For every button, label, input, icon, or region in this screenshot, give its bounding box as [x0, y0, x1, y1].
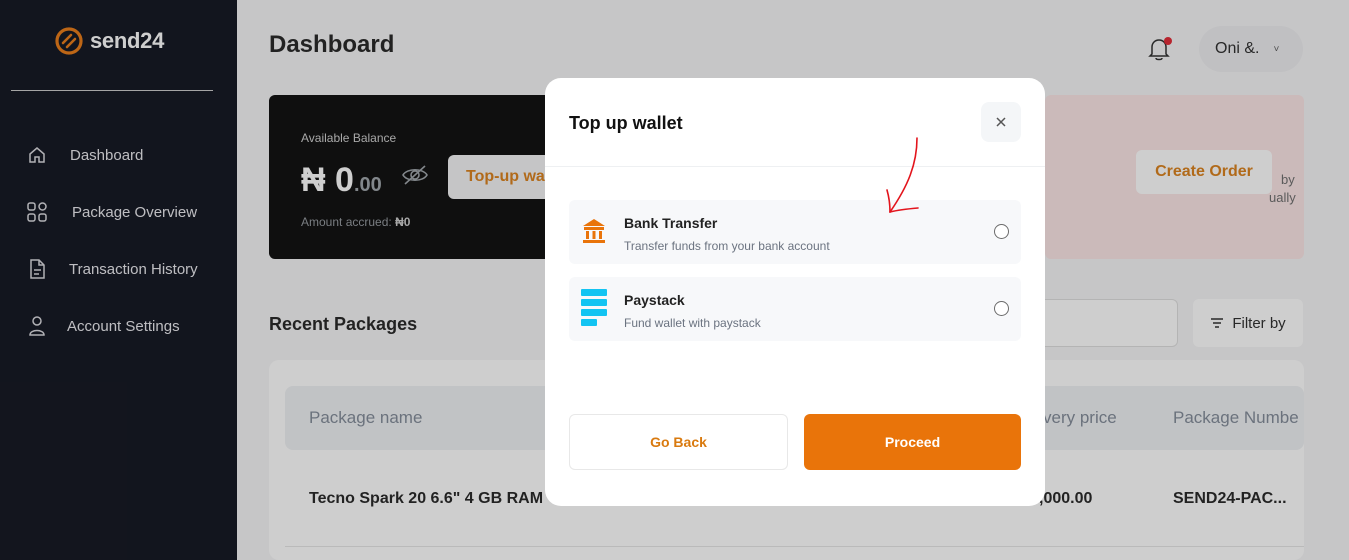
proceed-button[interactable]: Proceed	[804, 414, 1021, 470]
go-back-button[interactable]: Go Back	[569, 414, 788, 470]
option-description: Transfer funds from your bank account	[624, 239, 830, 253]
option-title: Bank Transfer	[624, 215, 718, 231]
option-bank-transfer[interactable]: Bank Transfer Transfer funds from your b…	[569, 200, 1021, 264]
modal-divider	[545, 166, 1045, 167]
radio-bank-transfer[interactable]	[994, 224, 1009, 239]
option-description: Fund wallet with paystack	[624, 316, 761, 330]
modal-title: Top up wallet	[569, 113, 683, 133]
option-paystack[interactable]: Paystack Fund wallet with paystack	[569, 277, 1021, 341]
topup-wallet-modal: Top up wallet Bank Transfer Transfer fun…	[545, 78, 1045, 506]
option-title: Paystack	[624, 292, 685, 308]
radio-paystack[interactable]	[994, 301, 1009, 316]
close-button[interactable]	[981, 102, 1021, 142]
close-icon	[996, 117, 1006, 127]
paystack-icon	[581, 289, 607, 326]
bank-icon	[583, 219, 605, 243]
annotation-arrow-icon	[886, 137, 919, 213]
